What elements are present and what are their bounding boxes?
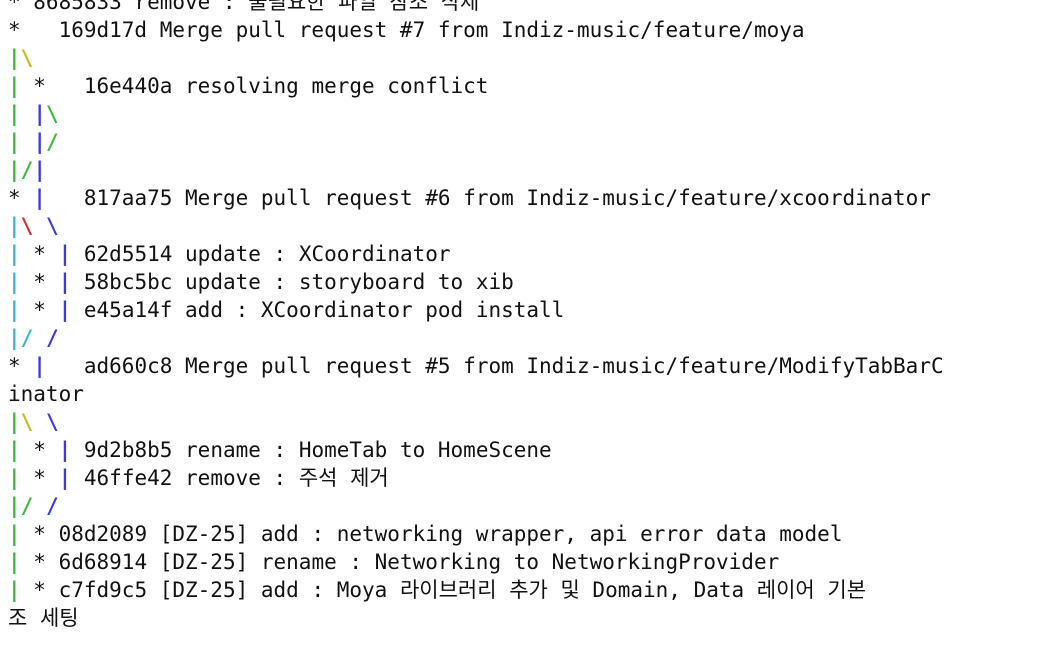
graph-edge: / <box>45 130 59 154</box>
graph-edge: | <box>8 214 21 238</box>
log-line: |\ \ <box>8 408 59 436</box>
graph-edge: | <box>58 270 72 294</box>
log-line: * | 817aa75 Merge pull request #6 from I… <box>8 184 931 212</box>
graph-edge: / <box>45 326 59 350</box>
log-line: * 8685833 remove : 불필요한 파일 참조 삭제 <box>8 0 479 16</box>
log-text: * <box>8 186 34 210</box>
graph-edge: | <box>8 466 21 490</box>
graph-edge: | <box>8 130 21 154</box>
graph-edge: \ <box>20 410 34 434</box>
graph-edge: | <box>58 298 72 322</box>
graph-edge: | <box>8 494 21 518</box>
log-line: | * | 62d5514 update : XCoordinator <box>8 240 451 268</box>
log-line: | |\ <box>8 100 59 128</box>
graph-edge: | <box>8 46 21 70</box>
graph-edge: \ <box>45 214 59 238</box>
log-text: * c7fd9c5 [DZ-25] add : Moya 라이브러리 추가 및 … <box>20 578 867 602</box>
log-line: 조 세팅 <box>8 604 79 632</box>
log-text: * 8685833 remove : 불필요한 파일 참조 삭제 <box>8 0 480 14</box>
log-line: * | ad660c8 Merge pull request #5 from I… <box>8 352 944 380</box>
graph-edge: \ <box>45 410 59 434</box>
log-text: * 08d2089 [DZ-25] add : networking wrapp… <box>20 522 843 546</box>
log-text: ad660c8 Merge pull request #5 from Indiz… <box>45 354 944 378</box>
graph-edge: | <box>8 102 21 126</box>
log-line: | |/ <box>8 128 59 156</box>
graph-edge: | <box>33 102 46 126</box>
graph-edge: | <box>58 438 72 462</box>
graph-edge: / <box>45 494 59 518</box>
graph-edge: \ <box>20 46 34 70</box>
log-text: e45a14f add : XCoordinator pod install <box>71 298 565 322</box>
log-line: | * | 9d2b8b5 rename : HomeTab to HomeSc… <box>8 436 552 464</box>
log-text: 9d2b8b5 rename : HomeTab to HomeScene <box>71 438 552 462</box>
log-text: inator <box>8 382 84 406</box>
log-text: * <box>20 270 59 294</box>
log-line: inator <box>8 380 84 408</box>
log-text: * <box>20 438 59 462</box>
log-text: * 169d17d Merge pull request #7 from Ind… <box>8 18 805 42</box>
log-line: | * | 46ffe42 remove : 주석 제거 <box>8 464 389 492</box>
log-line: | * 16e440a resolving merge conflict <box>8 72 488 100</box>
log-line: | * 6d68914 [DZ-25] rename : Networking … <box>8 548 779 576</box>
log-line: * 169d17d Merge pull request #7 from Ind… <box>8 16 805 44</box>
graph-edge: | <box>8 270 21 294</box>
log-line: |\ <box>8 44 33 72</box>
graph-edge: | <box>33 158 46 182</box>
log-text: * 6d68914 [DZ-25] rename : Networking to… <box>20 550 780 574</box>
log-line: | * c7fd9c5 [DZ-25] add : Moya 라이브러리 추가 … <box>8 576 866 604</box>
graph-edge: | <box>8 438 21 462</box>
graph-edge: | <box>8 550 21 574</box>
log-line: |/| <box>8 156 46 184</box>
log-text: * <box>20 466 59 490</box>
log-line: | * | e45a14f add : XCoordinator pod ins… <box>8 296 564 324</box>
graph-edge: | <box>33 354 46 378</box>
log-text: * <box>20 298 59 322</box>
graph-edge: | <box>33 186 46 210</box>
log-text: 62d5514 update : XCoordinator <box>71 242 451 266</box>
graph-edge: | <box>8 158 21 182</box>
log-text: * <box>8 354 34 378</box>
log-line: | * | 58bc5bc update : storyboard to xib <box>8 268 514 296</box>
log-text: 817aa75 Merge pull request #6 from Indiz… <box>45 186 931 210</box>
graph-edge: \ <box>20 214 34 238</box>
log-text: * <box>20 242 59 266</box>
graph-edge: | <box>8 522 21 546</box>
graph-edge: | <box>8 410 21 434</box>
graph-edge: | <box>58 466 72 490</box>
graph-edge: \ <box>45 102 59 126</box>
log-line: |/ / <box>8 492 59 520</box>
graph-edge: | <box>8 578 21 602</box>
graph-edge: | <box>58 242 72 266</box>
graph-edge: / <box>20 326 34 350</box>
graph-edge: | <box>8 74 21 98</box>
log-text: 조 세팅 <box>8 606 79 630</box>
graph-edge: | <box>8 326 21 350</box>
graph-edge: | <box>33 130 46 154</box>
log-line: | * 08d2089 [DZ-25] add : networking wra… <box>8 520 842 548</box>
log-text: 58bc5bc update : storyboard to xib <box>71 270 514 294</box>
log-text: 46ffe42 remove : 주석 제거 <box>71 466 389 490</box>
terminal-output: * 8685833 remove : 불필요한 파일 참조 삭제 * 169d17… <box>0 0 1044 654</box>
graph-edge: | <box>8 242 21 266</box>
log-line: |/ / <box>8 324 59 352</box>
log-line: |\ \ <box>8 212 59 240</box>
graph-edge: / <box>20 494 34 518</box>
log-text: * 16e440a resolving merge conflict <box>20 74 489 98</box>
graph-edge: / <box>20 158 34 182</box>
graph-edge: | <box>8 298 21 322</box>
